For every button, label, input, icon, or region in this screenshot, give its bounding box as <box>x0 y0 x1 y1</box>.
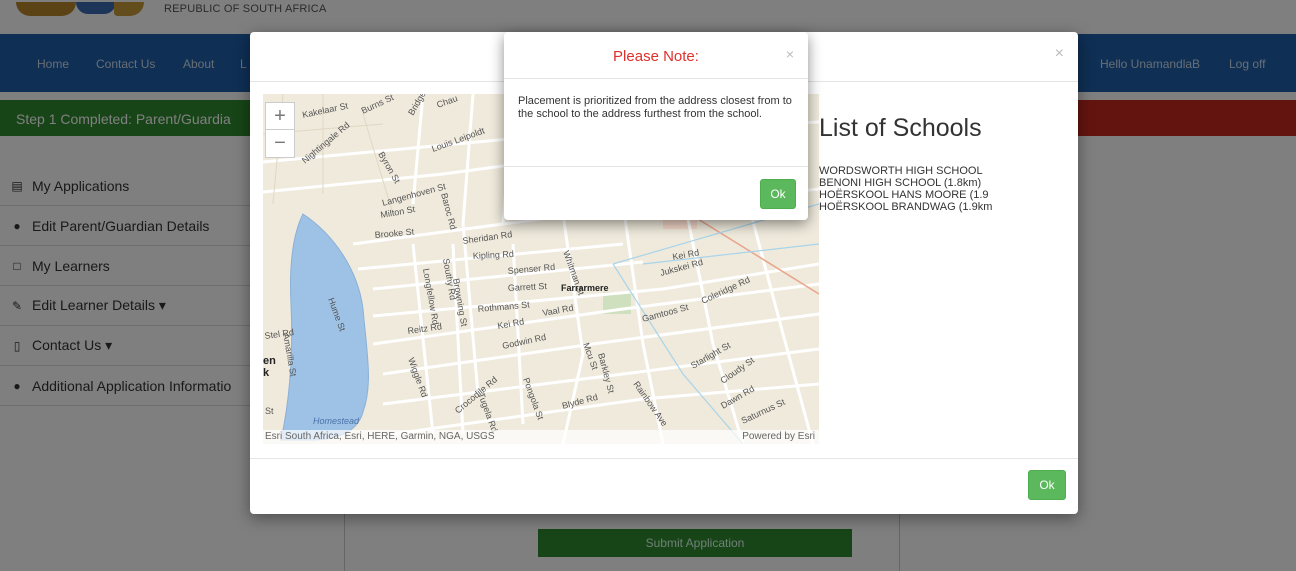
note-footer-divider <box>504 166 808 167</box>
map-street-label: Homestead <box>313 416 360 426</box>
please-note-dialog: Please Note: × Placement is prioritized … <box>504 32 808 220</box>
map-attribution: Esri South Africa, Esri, HERE, Garmin, N… <box>265 431 495 442</box>
school-item: HOËRSKOOL HANS MOORE (1.9 <box>819 189 989 201</box>
zoom-out-button[interactable]: − <box>266 130 294 157</box>
note-header-divider <box>504 78 808 79</box>
school-item: HOËRSKOOL BRANDWAG (1.9km <box>819 201 993 213</box>
school-item: BENONI HIGH SCHOOL (1.8km) <box>819 177 982 189</box>
list-of-schools-heading: List of Schools <box>819 114 982 142</box>
map-zoom-control: + − <box>265 102 295 158</box>
map-street-label: k <box>263 367 270 379</box>
map-street-label: en <box>263 355 276 367</box>
map-street-label: Garrett St <box>508 281 548 293</box>
modal-close-button[interactable]: × <box>1055 45 1064 63</box>
note-ok-button[interactable]: Ok <box>760 179 796 209</box>
modal-footer-divider <box>250 458 1078 459</box>
note-message: Placement is prioritized from the addres… <box>518 95 792 120</box>
powered-by-esri[interactable]: Powered by Esri <box>742 431 815 442</box>
modal-ok-button[interactable]: Ok <box>1028 470 1066 500</box>
note-title: Please Note: <box>613 48 699 65</box>
zoom-in-button[interactable]: + <box>266 103 294 130</box>
note-close-button[interactable]: × <box>786 46 794 62</box>
school-item: WORDSWORTH HIGH SCHOOL <box>819 165 983 177</box>
map-attribution-bar: Esri South Africa, Esri, HERE, Garmin, N… <box>263 430 819 444</box>
map-street-label: Farrarmere <box>561 283 609 293</box>
school-list: WORDSWORTH HIGH SCHOOL BENONI HIGH SCHOO… <box>819 165 1005 213</box>
map-street-label: St <box>265 406 274 416</box>
